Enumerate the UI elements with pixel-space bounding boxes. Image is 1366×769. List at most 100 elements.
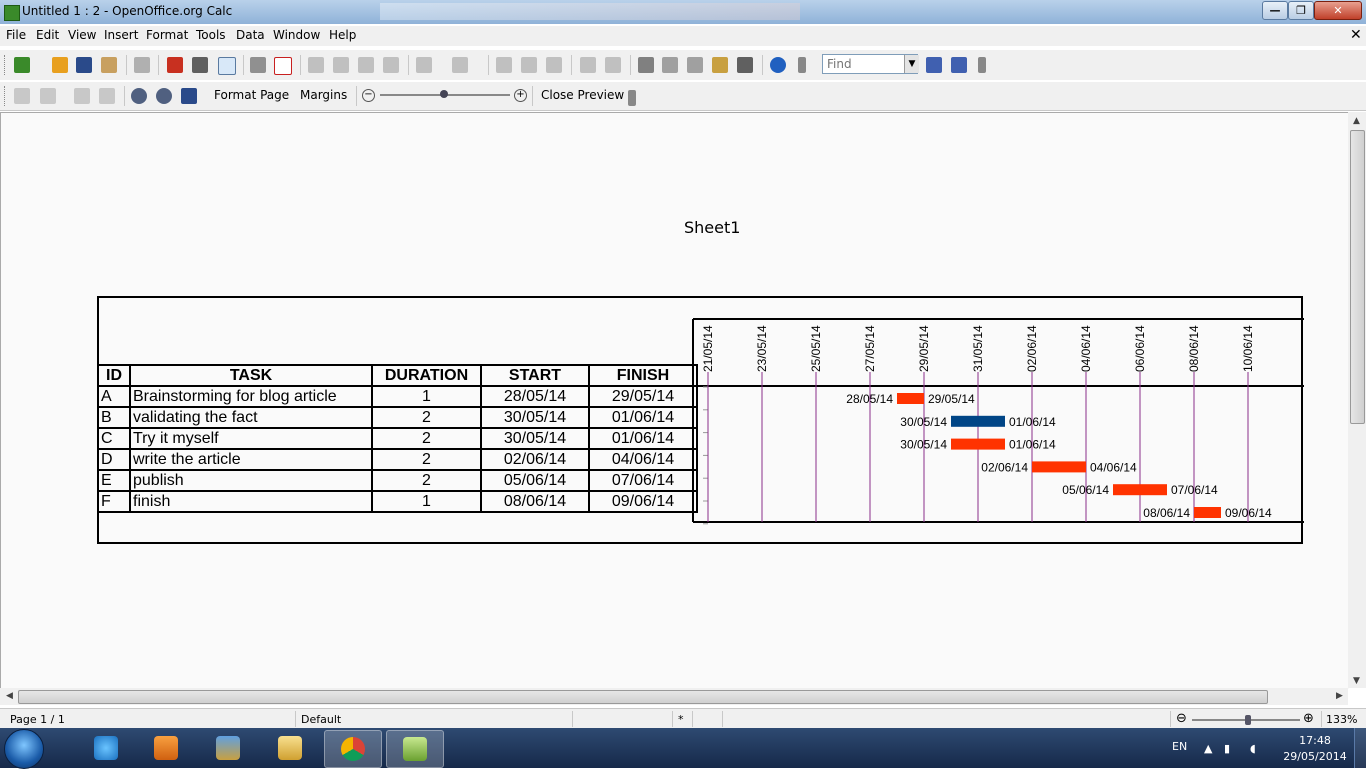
data-sources-icon[interactable]	[712, 57, 728, 73]
redo-icon[interactable]	[452, 57, 468, 73]
zoom-out-icon[interactable]	[156, 88, 172, 104]
cell-task[interactable]: publish	[129, 469, 373, 492]
close-preview-button[interactable]: Close Preview	[541, 88, 624, 102]
help-icon[interactable]	[770, 57, 786, 73]
cell-duration[interactable]: 2	[371, 427, 482, 450]
taskbar-chrome[interactable]	[324, 730, 382, 768]
horizontal-scrollbar-thumb[interactable]	[18, 690, 1268, 704]
cell-task[interactable]: write the article	[129, 448, 373, 471]
minimize-button[interactable]: —	[1262, 1, 1288, 20]
spellcheck-icon[interactable]	[250, 57, 266, 73]
show-hidden-icons-icon[interactable]: ▲	[1204, 742, 1212, 755]
zoom-in-icon[interactable]	[131, 88, 147, 104]
menu-window[interactable]: Window	[273, 28, 320, 42]
taskbar-file-explorer[interactable]	[262, 730, 318, 766]
draw-functions-icon[interactable]	[605, 57, 621, 73]
menu-help[interactable]: Help	[329, 28, 356, 42]
find-next-icon[interactable]	[926, 57, 942, 73]
paste-icon[interactable]	[358, 57, 374, 73]
taskbar-internet-explorer[interactable]	[78, 730, 134, 766]
margins-button[interactable]: Margins	[300, 88, 347, 102]
menu-file[interactable]: File	[6, 28, 26, 42]
cell-start[interactable]: 30/05/14	[480, 406, 590, 429]
status-zoom-level[interactable]: 133%	[1326, 713, 1357, 726]
status-zoom-out-icon[interactable]: ⊖	[1176, 711, 1187, 726]
header-finish[interactable]: FINISH	[588, 364, 698, 387]
cell-task[interactable]: Brainstorming for blog article	[129, 385, 373, 408]
status-zoom-slider-thumb[interactable]	[1245, 715, 1251, 725]
cell-start[interactable]: 30/05/14	[480, 427, 590, 450]
volume-icon[interactable]: ◖	[1250, 742, 1256, 755]
menu-data[interactable]: Data	[236, 28, 265, 42]
cell-id[interactable]: A	[97, 385, 131, 408]
zoom-slider-thumb[interactable]	[440, 90, 448, 98]
gallery-icon[interactable]	[687, 57, 703, 73]
status-page-style[interactable]: Default	[301, 713, 341, 726]
toolbar-options-icon[interactable]	[628, 90, 636, 106]
chart-icon[interactable]	[580, 57, 596, 73]
zoom-minus-icon[interactable]: −	[362, 89, 375, 102]
autospellcheck-icon[interactable]	[274, 57, 292, 75]
cell-start[interactable]: 28/05/14	[480, 385, 590, 408]
cell-finish[interactable]: 07/06/14	[588, 469, 698, 492]
cell-finish[interactable]: 01/06/14	[588, 406, 698, 429]
cell-finish[interactable]: 01/06/14	[588, 427, 698, 450]
undo-icon[interactable]	[416, 57, 432, 73]
find-dropdown-arrow-icon[interactable]: ▼	[904, 55, 919, 73]
scroll-up-icon[interactable]: ▲	[1353, 116, 1360, 126]
toolbar-grip[interactable]	[4, 86, 8, 106]
menu-format[interactable]: Format	[146, 28, 188, 42]
email-icon[interactable]	[101, 57, 117, 73]
cell-task[interactable]: Try it myself	[129, 427, 373, 450]
save-icon[interactable]	[76, 57, 92, 73]
toolbar-grip[interactable]	[4, 55, 8, 75]
next-page-icon[interactable]	[40, 88, 56, 104]
export-pdf-icon[interactable]	[167, 57, 183, 73]
cell-start[interactable]: 02/06/14	[480, 448, 590, 471]
start-button[interactable]	[4, 729, 44, 769]
menu-edit[interactable]: Edit	[36, 28, 59, 42]
close-window-button[interactable]: ✕	[1314, 1, 1362, 20]
cell-id[interactable]: F	[97, 490, 131, 513]
find-replace-icon[interactable]	[638, 57, 654, 73]
zoom-icon[interactable]	[737, 57, 753, 73]
toolbar-options-icon[interactable]	[798, 57, 806, 73]
clone-formatting-icon[interactable]	[383, 57, 399, 73]
hyperlink-icon[interactable]	[496, 57, 512, 73]
cell-start[interactable]: 08/06/14	[480, 490, 590, 513]
cell-finish[interactable]: 04/06/14	[588, 448, 698, 471]
maximize-button[interactable]: ❐	[1288, 1, 1314, 20]
cell-id[interactable]: D	[97, 448, 131, 471]
full-screen-icon[interactable]	[181, 88, 197, 104]
zoom-plus-icon[interactable]: +	[514, 89, 527, 102]
open-folder-icon[interactable]	[52, 57, 68, 73]
cell-start[interactable]: 05/06/14	[480, 469, 590, 492]
close-document-icon[interactable]: ✕	[1350, 27, 1362, 43]
cell-finish[interactable]: 29/05/14	[588, 385, 698, 408]
scroll-down-icon[interactable]: ▼	[1353, 676, 1360, 686]
sort-ascending-icon[interactable]	[521, 57, 537, 73]
cell-duration[interactable]: 2	[371, 469, 482, 492]
navigator-icon[interactable]	[662, 57, 678, 73]
print-icon[interactable]	[192, 57, 208, 73]
taskbar-openoffice-calc[interactable]	[386, 730, 444, 768]
header-id[interactable]: ID	[97, 364, 131, 387]
find-previous-icon[interactable]	[951, 57, 967, 73]
cell-id[interactable]: B	[97, 406, 131, 429]
header-duration[interactable]: DURATION	[371, 364, 482, 387]
vertical-scrollbar-thumb[interactable]	[1350, 130, 1365, 424]
menu-insert[interactable]: Insert	[104, 28, 138, 42]
clock-time[interactable]: 17:48	[1290, 734, 1340, 747]
language-indicator[interactable]: EN	[1172, 740, 1187, 753]
cell-task[interactable]: finish	[129, 490, 373, 513]
menu-view[interactable]: View	[68, 28, 96, 42]
sort-descending-icon[interactable]	[546, 57, 562, 73]
previous-page-icon[interactable]	[14, 88, 30, 104]
format-page-button[interactable]: Format Page	[214, 88, 289, 102]
cell-duration[interactable]: 2	[371, 406, 482, 429]
cell-id[interactable]: E	[97, 469, 131, 492]
taskbar-media-player[interactable]	[138, 730, 194, 766]
last-page-icon[interactable]	[99, 88, 115, 104]
network-icon[interactable]: ▮	[1224, 742, 1230, 755]
cut-icon[interactable]	[308, 57, 324, 73]
